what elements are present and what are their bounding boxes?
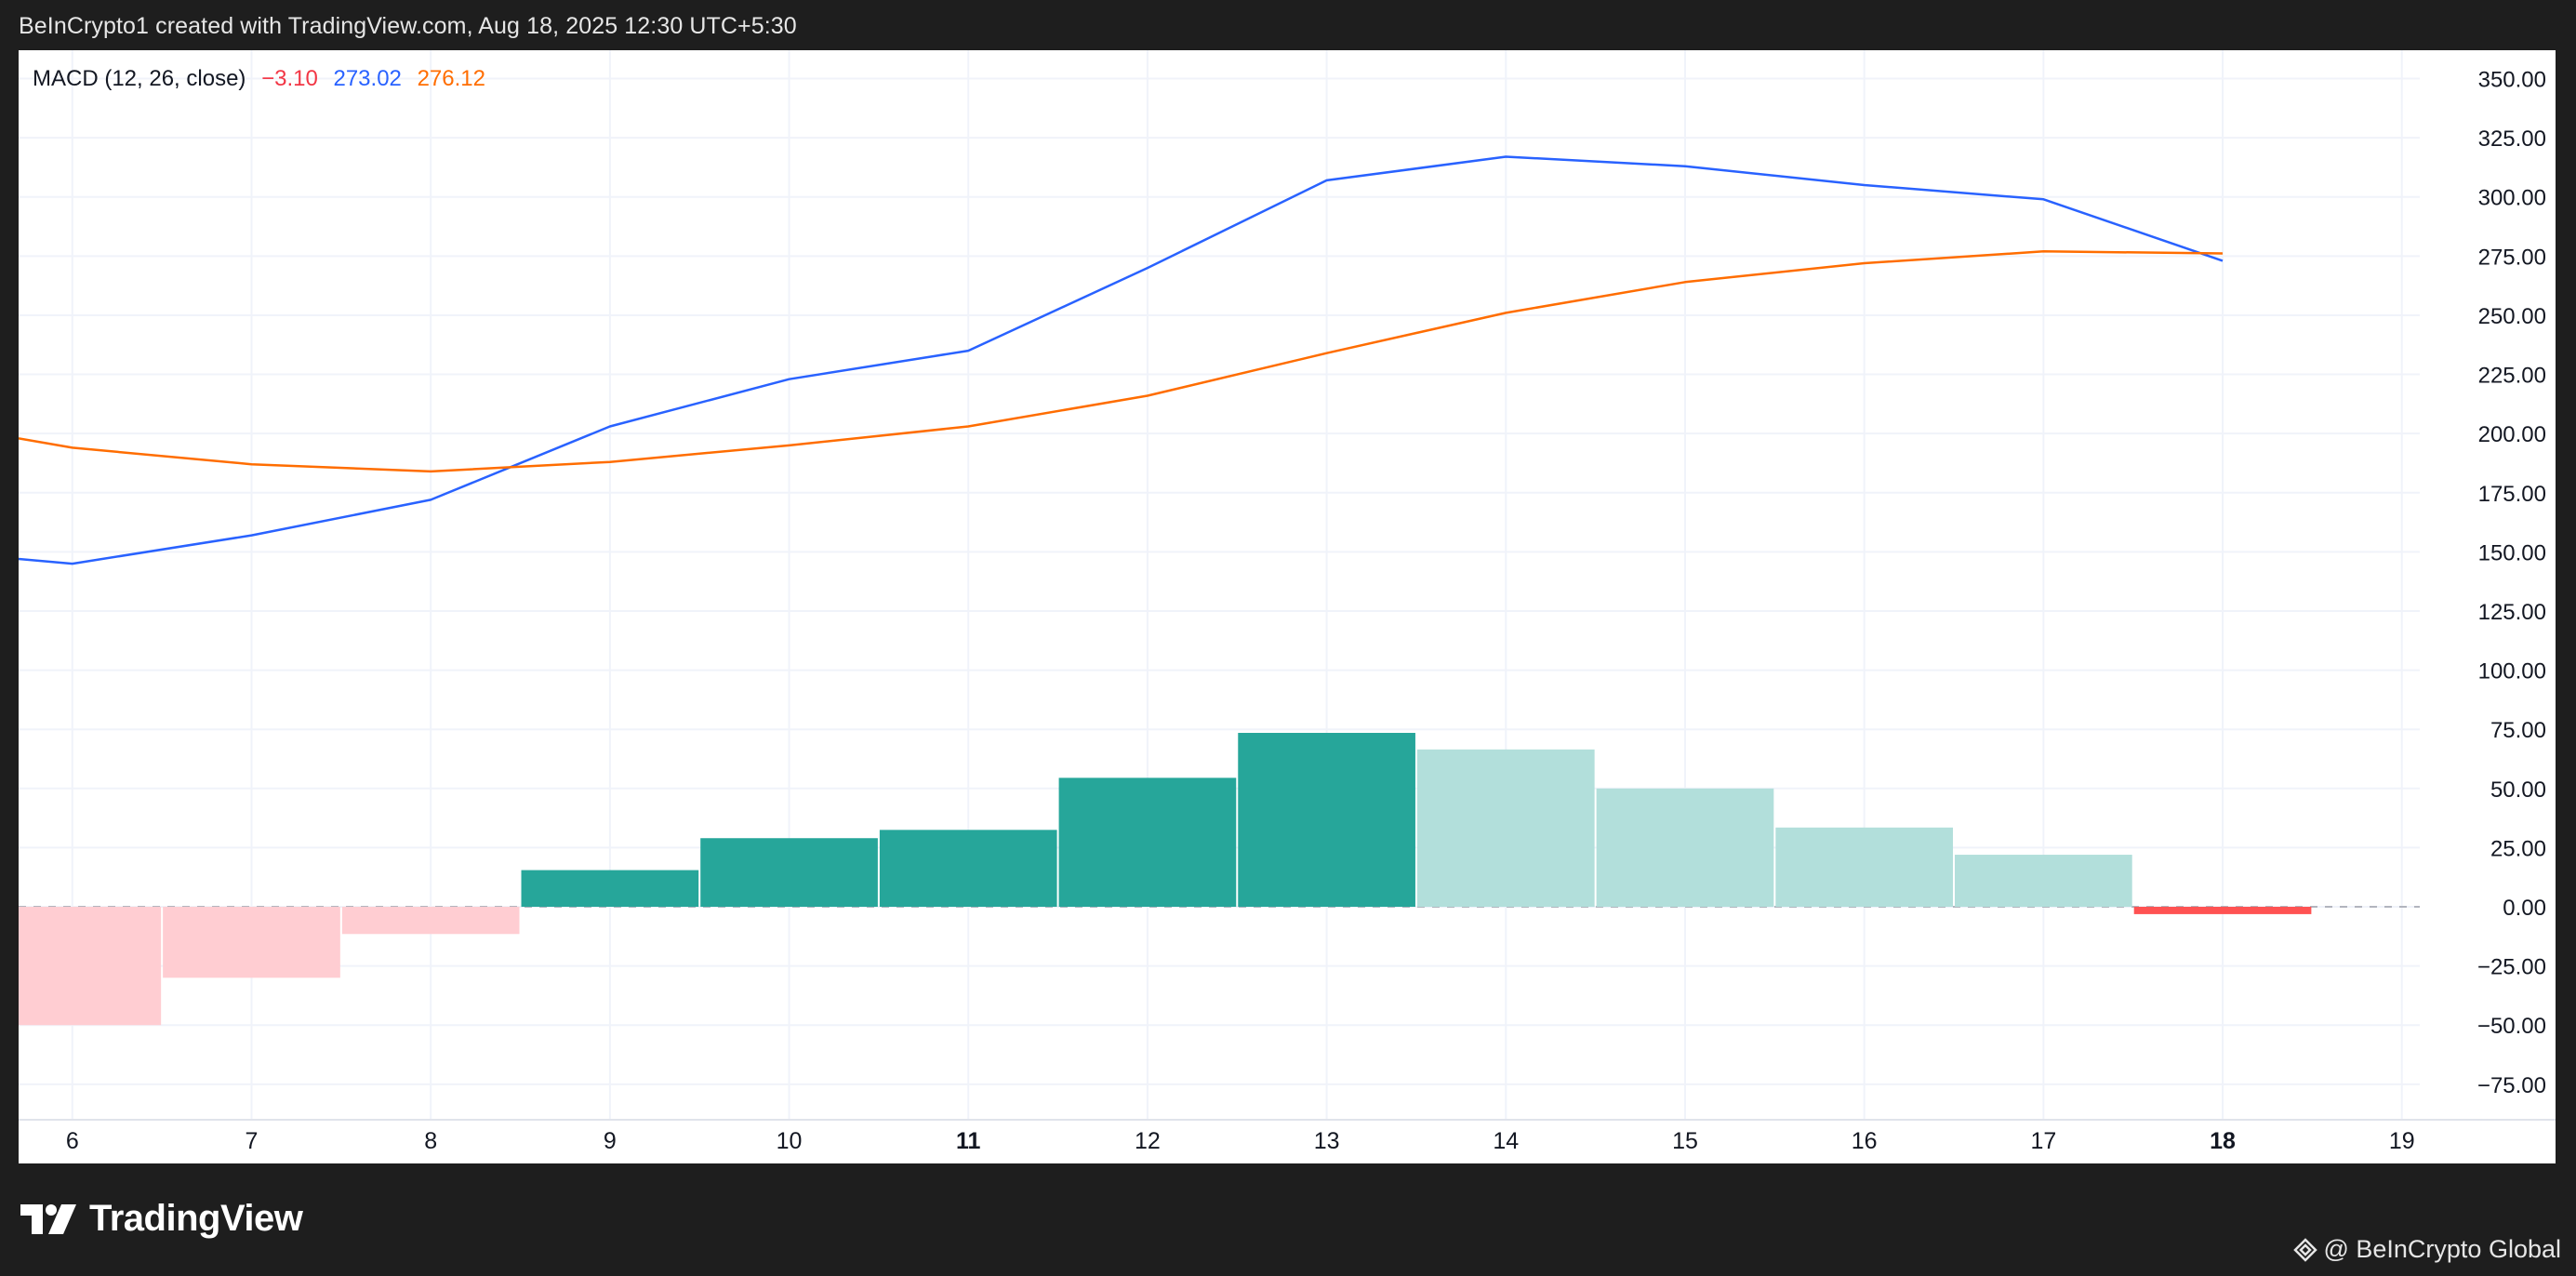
- signal-line: [19, 250, 2224, 473]
- attribution-text: @ BeInCrypto Global: [2323, 1235, 2561, 1263]
- x-tick-label: 18: [2210, 1128, 2236, 1154]
- y-tick-label: 200.00: [2478, 422, 2546, 447]
- legend-indicator-name: MACD (12, 26, close): [33, 66, 246, 91]
- binance-diamond-icon: [2293, 1237, 2318, 1262]
- x-tick-label: 11: [956, 1128, 981, 1154]
- line-series: [19, 155, 2224, 565]
- x-tick-label: 15: [1672, 1128, 1698, 1154]
- legend-signal-value: 276.12: [417, 66, 485, 91]
- x-tick-label: 14: [1493, 1128, 1519, 1154]
- y-tick-label: 150.00: [2478, 540, 2546, 565]
- legend-macd-value: 273.02: [333, 66, 402, 91]
- histogram-bar: [341, 907, 520, 935]
- x-tick-label: 17: [2030, 1128, 2056, 1154]
- y-tick-label: 0.00: [2503, 896, 2546, 921]
- tradingview-brand-text: TradingView: [89, 1198, 303, 1239]
- y-tick-label: 175.00: [2478, 482, 2546, 507]
- x-tick-label: 19: [2389, 1128, 2415, 1154]
- histogram-bar: [700, 838, 878, 908]
- macd-line: [19, 155, 2224, 565]
- chart-panel[interactable]: 350.00 325.00 300.00 275.00 250.00 225.00 200.…: [19, 50, 2556, 1163]
- y-tick-label: −50.00: [2477, 1014, 2546, 1039]
- histogram-series: [19, 733, 2312, 1026]
- x-tick-label: 10: [777, 1128, 803, 1154]
- legend-histogram-value: −3.10: [261, 66, 318, 91]
- y-tick-label: 250.00: [2478, 304, 2546, 329]
- y-tick-label: 350.00: [2478, 68, 2546, 93]
- x-tick-label: 13: [1314, 1128, 1340, 1154]
- chart-caption: BeInCrypto1 created with TradingView.com…: [19, 13, 797, 39]
- y-tick-label: 25.00: [2490, 836, 2546, 861]
- histogram-bar: [1058, 778, 1237, 908]
- histogram-bar: [521, 870, 699, 908]
- histogram-bar: [163, 907, 340, 978]
- x-tick-label: 6: [66, 1128, 79, 1154]
- histogram-bar: [19, 907, 162, 1026]
- y-tick-label: −25.00: [2477, 955, 2546, 980]
- histogram-bar: [1596, 788, 1774, 908]
- tradingview-logo-icon: [20, 1203, 76, 1234]
- y-tick-label: 275.00: [2478, 245, 2546, 270]
- histogram-bar: [1238, 733, 1415, 908]
- y-tick-label: −75.00: [2477, 1073, 2546, 1098]
- histogram-bar: [1416, 749, 1595, 908]
- x-tick-label: 16: [1852, 1128, 1878, 1154]
- attribution: @ BeInCrypto Global: [2293, 1235, 2561, 1264]
- x-tick-label: 12: [1135, 1128, 1161, 1154]
- y-tick-label: 50.00: [2490, 778, 2546, 803]
- histogram-bar: [1775, 827, 1954, 908]
- histogram-bar: [2133, 907, 2312, 914]
- y-tick-label: 100.00: [2478, 659, 2546, 685]
- indicator-legend[interactable]: MACD (12, 26, close) −3.10 273.02 276.12: [33, 66, 495, 92]
- y-tick-label: 125.00: [2478, 600, 2546, 625]
- histogram-bar: [879, 830, 1057, 908]
- y-tick-label: 325.00: [2478, 126, 2546, 152]
- x-tick-label: 9: [604, 1128, 617, 1154]
- macd-chart[interactable]: 350.00 325.00 300.00 275.00 250.00 225.00 200.…: [19, 50, 2556, 1163]
- y-tick-label: 225.00: [2478, 364, 2546, 389]
- y-tick-label: 75.00: [2490, 718, 2546, 743]
- y-tick-label: 300.00: [2478, 186, 2546, 211]
- grid: [19, 50, 2420, 1120]
- x-tick-label: 8: [424, 1128, 437, 1154]
- tradingview-logo[interactable]: TradingView: [20, 1198, 303, 1240]
- histogram-bar: [1955, 855, 2132, 908]
- x-tick-label: 7: [246, 1128, 259, 1154]
